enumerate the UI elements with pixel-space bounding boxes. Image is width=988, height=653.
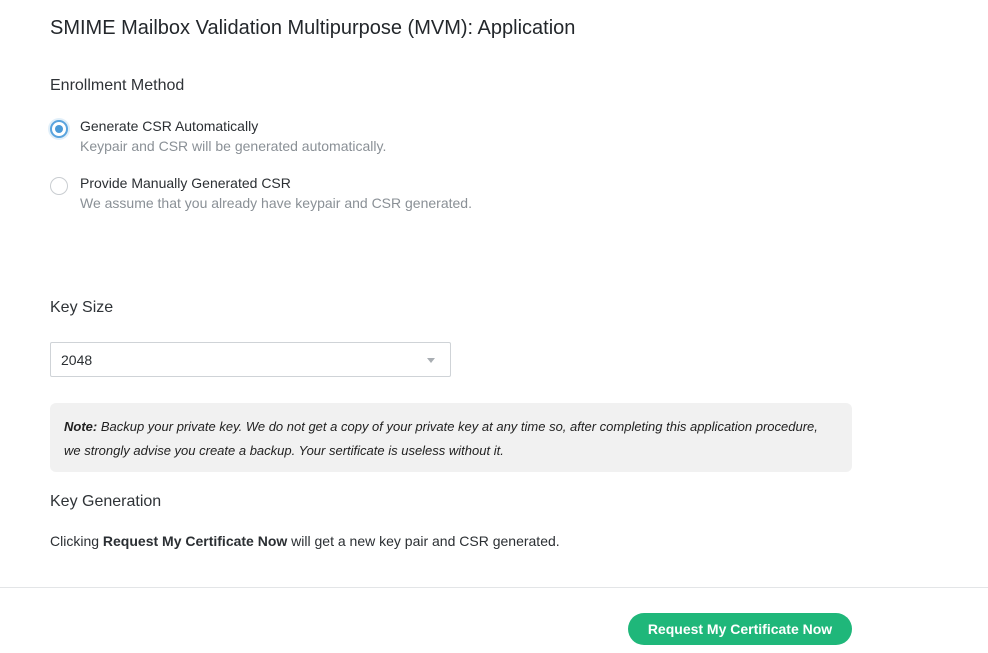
option-text: Provide Manually Generated CSR We assume… [80,173,472,213]
option-generate-csr-automatically[interactable]: Generate CSR Automatically Keypair and C… [50,116,386,156]
enrollment-method-heading: Enrollment Method [50,77,185,94]
key-size-heading: Key Size [50,299,114,316]
key-generation-text: Clicking Request My Certificate Now will… [50,533,560,549]
key-generation-text-bold: Request My Certificate Now [102,533,288,549]
key-size-value: 2048 [61,352,93,368]
page-title: SMIME Mailbox Validation Multipurpose (M… [50,17,576,39]
application-page: SMIME Mailbox Validation Multipurpose (M… [0,0,988,653]
radio-generate-csr-automatically[interactable] [50,120,68,138]
key-generation-text-after: will get a new key pair and CSR generate… [287,533,560,549]
key-generation-text-before: Clicking [50,533,103,549]
option-provide-manual-csr[interactable]: Provide Manually Generated CSR We assume… [50,173,472,213]
option-label: Generate CSR Automatically [80,118,259,134]
note-text: Backup your private key. We do not get a… [64,419,818,458]
note-prefix: Note: [64,419,98,434]
option-label: Provide Manually Generated CSR [80,175,291,191]
key-generation-heading: Key Generation [50,493,162,510]
option-text: Generate CSR Automatically Keypair and C… [80,116,386,156]
caret-down-icon [427,358,435,363]
option-description: Keypair and CSR will be generated automa… [80,138,387,154]
option-description: We assume that you already have keypair … [80,195,472,211]
backup-note: Note: Backup your private key. We do not… [50,403,852,472]
radio-provide-manual-csr[interactable] [50,177,68,195]
footer-divider [0,587,988,588]
request-certificate-button[interactable]: Request My Certificate Now [628,613,852,645]
key-size-select[interactable]: 2048 [50,342,451,377]
